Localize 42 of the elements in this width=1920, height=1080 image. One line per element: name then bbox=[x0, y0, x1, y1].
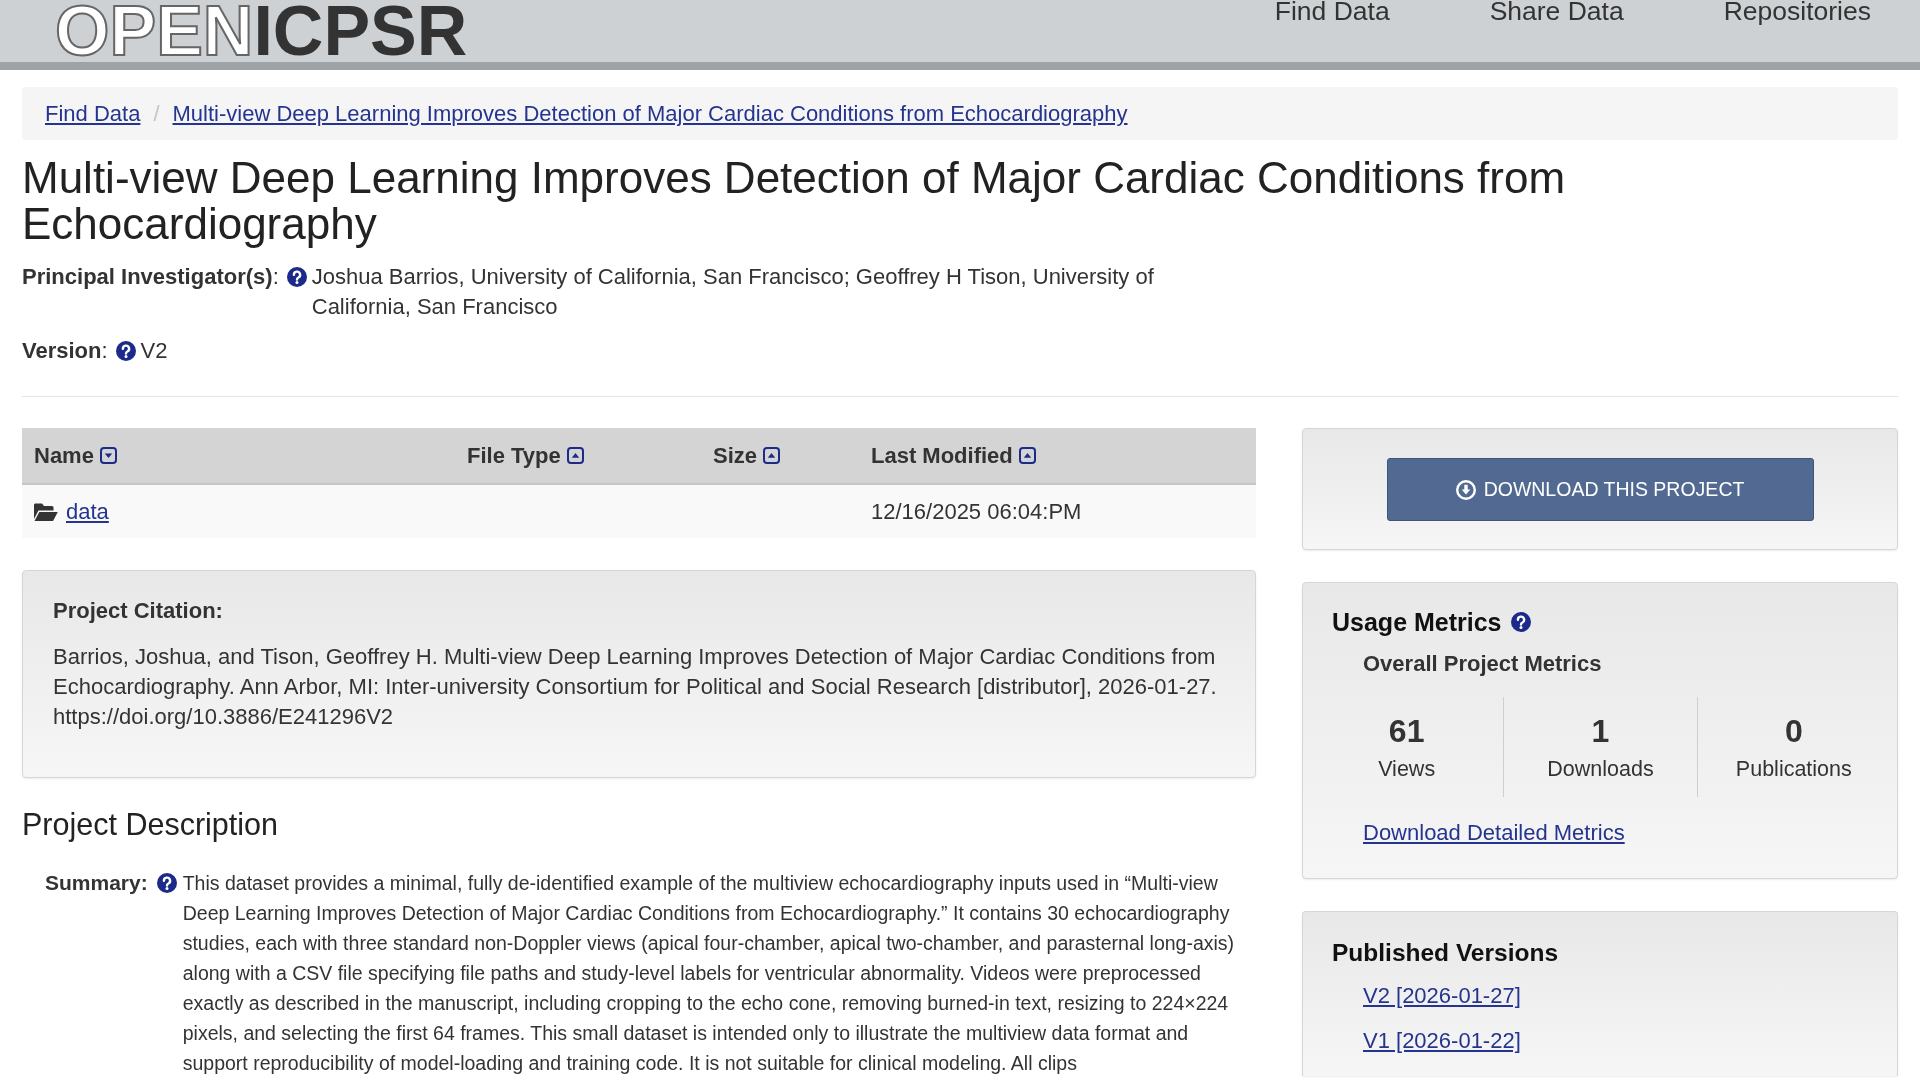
metrics-link[interactable]: Download Detailed Metrics bbox=[1363, 818, 1625, 848]
metric-value: 0 bbox=[1784, 712, 1803, 750]
field-label: Version: bbox=[22, 337, 108, 365]
version-link[interactable]: V2 [2026-01-27] bbox=[1363, 981, 1521, 1011]
metric-value: 1 bbox=[1591, 712, 1610, 750]
help-icon[interactable] bbox=[1510, 612, 1531, 632]
column-header[interactable]: File Type bbox=[467, 442, 584, 469]
section-heading: Project Description bbox=[22, 806, 279, 842]
metric-label: Downloads bbox=[1547, 756, 1654, 783]
version-value: V2 bbox=[140, 337, 169, 365]
column-header[interactable]: Last Modified bbox=[871, 442, 1036, 469]
help-icon[interactable] bbox=[156, 873, 177, 893]
summary-text: This dataset provides a minimal, fully de-identified example of the multiview echocardiography inputs used in “Multi-view Deep Learning Improves Detection of Major Cardiac Conditions from Echocardiography.” It contains 30 echocardiography studies, each with three standard non-Doppler views (apical four-chamber, apical two-chamber, and parasternal long-axis) along with a CSV file specifying file paths and study-level labels for ventricular abnormality. Videos were preprocessed exactly as described in the manuscript, including cropping to the echo cone, removing burned-in text, resizing to 224×224 pixels, and selecting the first 64 frames. This small dataset is intended only to illustrate the multiview data format and support reproducibility of model-loading and training code. It is not suitable for clinical modeling. All clips bbox=[182, 871, 1236, 1076]
breadcrumb-separator: / bbox=[152, 100, 161, 127]
nav-link[interactable]: Share Data bbox=[1489, 0, 1624, 26]
investigators-text: Joshua Barrios, University of California, San Francisco; Geoffrey H Tison, University of California, San Francisco bbox=[311, 263, 1155, 321]
metric-value: 61 bbox=[1388, 712, 1425, 750]
breadcrumb-link[interactable]: Find Data bbox=[45, 100, 141, 127]
metric-label: Views bbox=[1378, 756, 1436, 783]
table-cell: 12/16/2025 06:04:PM bbox=[871, 498, 1082, 525]
panel-heading: Usage Metrics bbox=[1332, 607, 1502, 637]
panel-heading: Project Citation: bbox=[53, 597, 224, 625]
column-header[interactable]: Size bbox=[713, 442, 781, 469]
download-icon bbox=[1455, 479, 1476, 500]
nav-link[interactable]: Repositories bbox=[1723, 0, 1871, 26]
help-icon[interactable] bbox=[286, 267, 307, 287]
folder-icon bbox=[34, 502, 58, 521]
metric-label: Publications bbox=[1735, 756, 1852, 783]
download-button[interactable]: DOWNLOAD THIS PROJECT bbox=[1386, 458, 1814, 521]
citation-text: Barrios, Joshua, and Tison, Geoffrey H. Multi-view Deep Learning Improves Detection of Major Cardiac Conditions from Echocardiography. Ann Arbor, MI: Inter-university Consortium for Political and Social Research [distributor], 2026-01-27. https://doi.org/10.3886/E241296V2 bbox=[53, 643, 1218, 731]
folder-link[interactable]: data bbox=[66, 498, 109, 525]
summary-label: Summary: bbox=[45, 870, 148, 896]
panel-heading: Published Versions bbox=[1332, 938, 1559, 968]
field-label: Principal Investigator(s): bbox=[22, 263, 279, 291]
breadcrumb-link[interactable]: Multi-view Deep Learning Improves Detection of Major Cardiac Conditions from Echocardiography bbox=[172, 100, 1128, 127]
help-icon[interactable] bbox=[115, 341, 136, 361]
version-link[interactable]: V1 [2026-01-22] bbox=[1363, 1026, 1521, 1056]
panel-subheading: Overall Project Metrics bbox=[1363, 650, 1603, 678]
site-logo[interactable]: OPENICPSR bbox=[55, 6, 468, 56]
column-header[interactable]: Name bbox=[34, 442, 117, 469]
page-title: Multi-view Deep Learning Improves Detection of Major Cardiac Conditions from Echocardiography bbox=[22, 155, 1567, 247]
nav-link[interactable]: Find Data bbox=[1274, 0, 1390, 26]
